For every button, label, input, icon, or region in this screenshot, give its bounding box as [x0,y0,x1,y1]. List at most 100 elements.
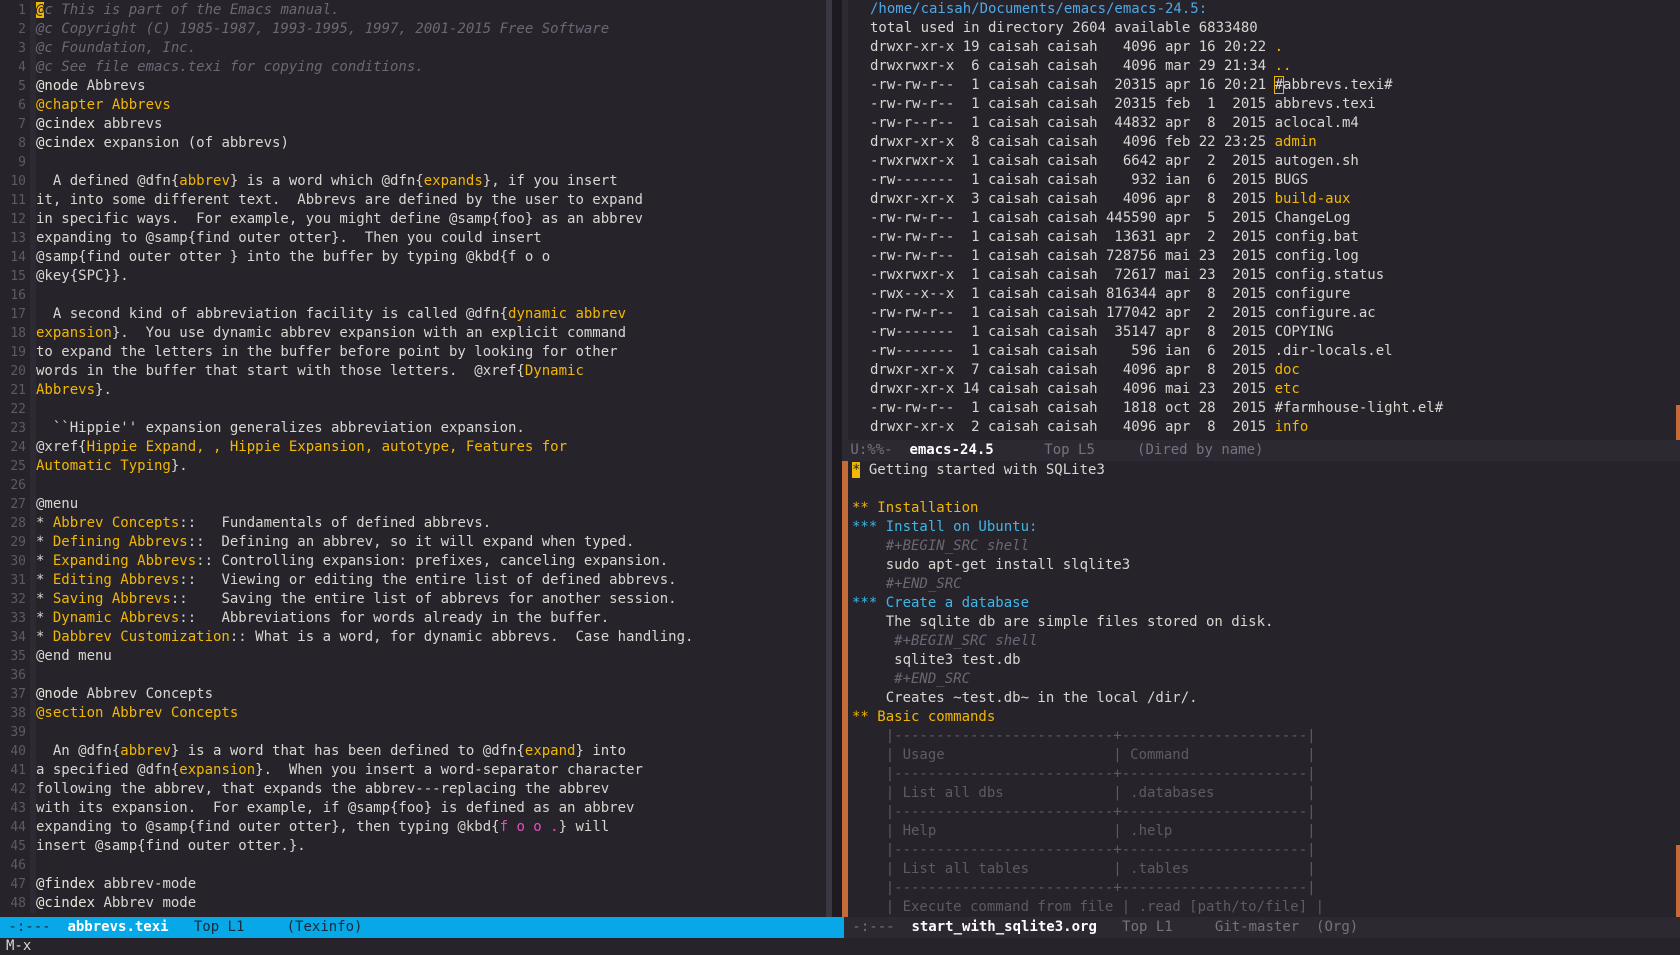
dired-entry[interactable]: -rw-rw-r-- 1 caisah caisah 1818 oct 28 2… [842,399,1680,418]
file-name[interactable]: BUGS [1275,172,1309,188]
line-text[interactable]: it, into some different text. Abbrevs ar… [36,191,643,210]
file-name[interactable]: #farmhouse-light.el# [1275,400,1444,416]
directory-name[interactable]: doc [1275,362,1300,378]
org-line[interactable]: ** Installation [842,499,1680,518]
window-divider[interactable] [826,0,842,917]
code-line[interactable]: 18 expansion}. You use dynamic abbrev exp… [0,324,826,343]
code-line[interactable]: 25 Automatic Typing}. [0,457,826,476]
line-text[interactable]: expanding to @samp{find outer otter}. Th… [36,229,542,248]
org-line[interactable]: |--------------------------+------------… [842,879,1680,898]
org-line[interactable] [842,480,1680,499]
org-line[interactable]: | Usage | Command | [842,746,1680,765]
file-name[interactable]: ChangeLog [1275,210,1351,226]
line-text[interactable]: @end menu [36,647,112,666]
file-name[interactable]: autogen.sh [1275,153,1359,169]
code-line[interactable]: 15 @key{SPC}}. [0,267,826,286]
mode-line-mode[interactable]: (Dired by name) [1137,442,1263,458]
mode-line-buffer-name[interactable]: emacs-24.5 [909,442,993,458]
line-text[interactable]: * Expanding Abbrevs:: Controlling expans… [36,552,668,571]
line-text[interactable]: @key{SPC}}. [36,267,129,286]
line-text[interactable]: * Abbrev Concepts:: Fundamentals of defi… [36,514,491,533]
code-line[interactable]: 31 * Editing Abbrevs:: Viewing or editing… [0,571,826,590]
org-line[interactable]: |--------------------------+------------… [842,727,1680,746]
org-mode-line[interactable]: -:--- start_with_sqlite3.org Top L1 Git-… [844,917,1680,938]
dired-entry[interactable]: drwxr-xr-x 8 caisah caisah 4096 feb 22 2… [842,133,1680,152]
line-text[interactable]: @xref{Hippie Expand, , Hippie Expansion,… [36,438,567,457]
directory-name[interactable]: admin [1275,134,1317,150]
code-line[interactable]: 5 @node Abbrevs [0,77,826,96]
code-line[interactable]: 19 to expand the letters in the buffer be… [0,343,826,362]
org-line[interactable]: * Getting started with SQLite3 [842,461,1680,480]
file-name[interactable]: configure.ac [1275,305,1376,321]
line-text[interactable]: * Dynamic Abbrevs:: Abbreviations for wo… [36,609,609,628]
code-line[interactable]: 22 [0,400,826,419]
code-line[interactable]: 47 @findex abbrev-mode [0,875,826,894]
file-name[interactable]: configure [1275,286,1351,302]
code-line[interactable]: 10 A defined @dfn{abbrev} is a word whic… [0,172,826,191]
code-line[interactable]: 8 @cindex expansion (of abbrevs) [0,134,826,153]
org-line[interactable]: sudo apt-get install slqlite3 [842,556,1680,575]
dired-entry[interactable]: -rw-rw-r-- 1 caisah caisah 177042 apr 2 … [842,304,1680,323]
line-text[interactable]: a specified @dfn{expansion}. When you in… [36,761,643,780]
line-text[interactable]: expansion}. You use dynamic abbrev expan… [36,324,626,343]
line-text[interactable]: @samp{find outer otter } into the buffer… [36,248,550,267]
mode-line-buffer-name[interactable]: start_with_sqlite3.org [911,919,1096,935]
dired-entry[interactable]: -rw------- 1 caisah caisah 596 ian 6 201… [842,342,1680,361]
line-text[interactable]: @c This is part of the Emacs manual. [36,1,339,20]
file-name[interactable]: #abbrevs.texi# [1273,76,1393,94]
code-line[interactable]: 6 @chapter Abbrevs [0,96,826,115]
dired-entry[interactable]: -rwxrwxr-x 1 caisah caisah 6642 apr 2 20… [842,152,1680,171]
code-line[interactable]: 28 * Abbrev Concepts:: Fundamentals of de… [0,514,826,533]
line-text[interactable]: to expand the letters in the buffer befo… [36,343,618,362]
dired-entry[interactable]: drwxr-xr-x 14 caisah caisah 4096 mai 23 … [842,380,1680,399]
code-line[interactable]: 30 * Expanding Abbrevs:: Controlling expa… [0,552,826,571]
code-line[interactable]: 43 with its expansion. For example, if @s… [0,799,826,818]
directory-name[interactable]: .. [1275,58,1292,74]
dired-entry[interactable]: -rw-rw-r-- 1 caisah caisah 728756 mai 23… [842,247,1680,266]
org-line[interactable]: |--------------------------+------------… [842,841,1680,860]
code-line[interactable]: 37 @node Abbrev Concepts [0,685,826,704]
org-line[interactable]: | Execute command from file | .read [pat… [842,898,1680,917]
line-text[interactable]: ``Hippie'' expansion generalizes abbrevi… [36,419,525,438]
dired-entry[interactable]: drwxr-xr-x 3 caisah caisah 4096 apr 8 20… [842,190,1680,209]
line-text[interactable]: @cindex Abbrev mode [36,894,196,913]
dired-header[interactable]: /home/caisah/Documents/emacs/emacs-24.5: [842,0,1680,19]
mode-line-mode[interactable]: Git-master (Org) [1215,919,1358,935]
dired-entry[interactable]: drwxr-xr-x 7 caisah caisah 4096 apr 8 20… [842,361,1680,380]
dired-window[interactable]: /home/caisah/Documents/emacs/emacs-24.5:… [842,0,1680,440]
code-line[interactable]: 17 A second kind of abbreviation facilit… [0,305,826,324]
code-line[interactable]: 21 Abbrevs}. [0,381,826,400]
org-line[interactable]: | List all dbs | .databases | [842,784,1680,803]
org-scrollbar[interactable] [1676,845,1680,917]
org-line[interactable]: The sqlite db are simple files stored on… [842,613,1680,632]
line-text[interactable]: * Saving Abbrevs:: Saving the entire lis… [36,590,677,609]
code-line[interactable]: 36 [0,666,826,685]
dired-entry[interactable]: -rw------- 1 caisah caisah 35147 apr 8 2… [842,323,1680,342]
dired-entry[interactable]: -rw-rw-r-- 1 caisah caisah 445590 apr 5 … [842,209,1680,228]
line-text[interactable]: in specific ways. For example, you might… [36,210,643,229]
code-line[interactable]: 16 [0,286,826,305]
dired-entry[interactable]: -rw-r--r-- 1 caisah caisah 44832 apr 8 2… [842,114,1680,133]
file-name[interactable]: config.log [1275,248,1359,264]
line-text[interactable]: @c See file emacs.texi for copying condi… [36,58,424,77]
org-line[interactable]: #+BEGIN_SRC shell [842,537,1680,556]
code-line[interactable]: 41 a specified @dfn{expansion}. When you … [0,761,826,780]
dired-entry[interactable]: -rwxrwxr-x 1 caisah caisah 72617 mai 23 … [842,266,1680,285]
line-text[interactable]: An @dfn{abbrev} is a word that has been … [36,742,626,761]
line-text[interactable]: following the abbrev, that expands the a… [36,780,609,799]
dired-entry[interactable]: -rw-rw-r-- 1 caisah caisah 20315 feb 1 2… [842,95,1680,114]
org-line[interactable]: *** Create a database [842,594,1680,613]
org-window[interactable]: * Getting started with SQLite3 ** Install… [842,461,1680,917]
code-line[interactable]: 33 * Dynamic Abbrevs:: Abbreviations for … [0,609,826,628]
code-line[interactable]: 26 [0,476,826,495]
texinfo-window[interactable]: 1 @c This is part of the Emacs manual. 2 @c… [0,0,826,917]
line-text[interactable]: @node Abbrev Concepts [36,685,213,704]
line-text[interactable]: @node Abbrevs [36,77,146,96]
line-text[interactable]: @c Foundation, Inc. [36,39,196,58]
line-text[interactable]: with its expansion. For example, if @sam… [36,799,634,818]
org-line[interactable]: |--------------------------+------------… [842,803,1680,822]
line-text[interactable]: * Defining Abbrevs:: Defining an abbrev,… [36,533,634,552]
code-line[interactable]: 24 @xref{Hippie Expand, , Hippie Expansio… [0,438,826,457]
line-text[interactable]: A defined @dfn{abbrev} is a word which @… [36,172,618,191]
org-line[interactable]: | List all tables | .tables | [842,860,1680,879]
